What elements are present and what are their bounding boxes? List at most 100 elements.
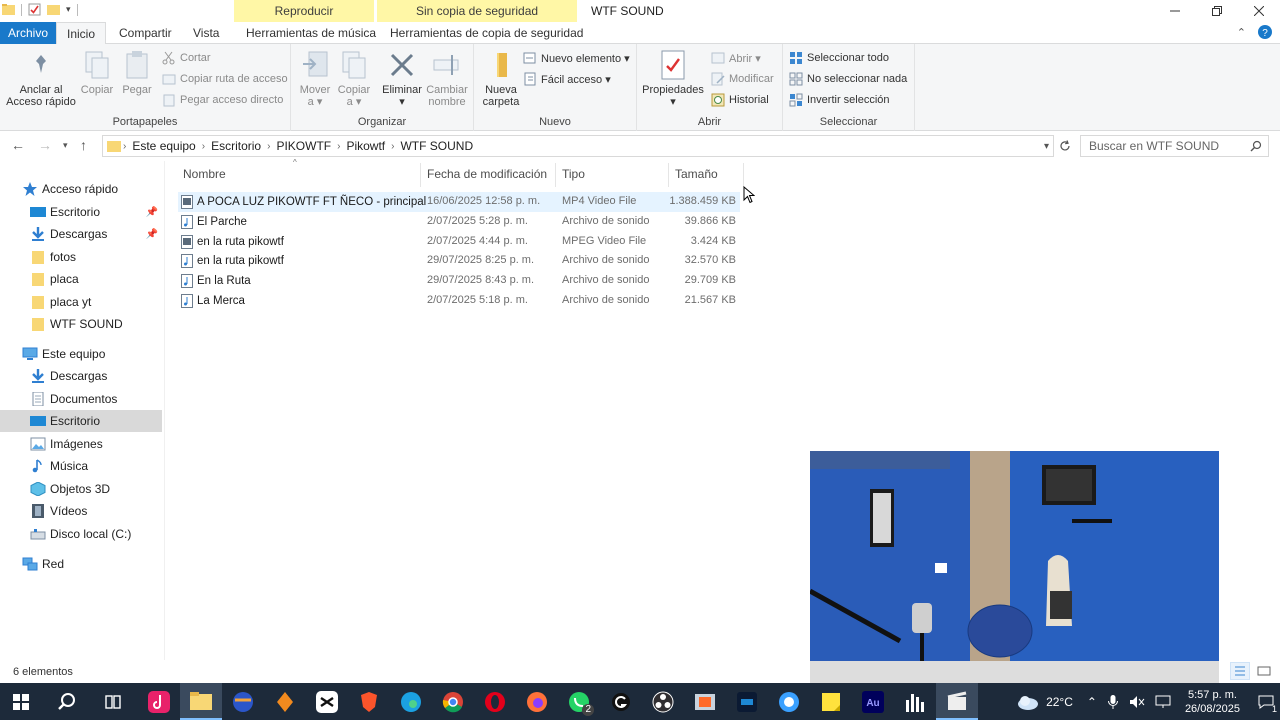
nav-this-pc[interactable]: Este equipo: [22, 343, 184, 365]
taskbar-app-5[interactable]: [306, 683, 348, 720]
chevron-down-icon[interactable]: ▾: [66, 4, 71, 15]
properties-check-icon[interactable]: [28, 3, 41, 16]
invert-selection-button[interactable]: Invertir selección: [789, 93, 890, 107]
nav-item-pc-downloads[interactable]: Descargas: [30, 365, 162, 387]
address-bar[interactable]: › Este equipo › Escritorio › PIKOWTF › P…: [102, 135, 1054, 157]
context-tab-play[interactable]: Reproducir: [234, 0, 374, 22]
nav-item-placa[interactable]: placa: [30, 268, 162, 290]
column-divider[interactable]: [555, 163, 556, 187]
recent-locations-chevron-icon[interactable]: ▾: [63, 140, 68, 151]
large-icons-view-button[interactable]: [1254, 662, 1274, 680]
taskbar-opera[interactable]: [474, 683, 516, 720]
taskbar-tiktok[interactable]: [138, 683, 180, 720]
taskbar-app-14[interactable]: [684, 683, 726, 720]
table-row[interactable]: A POCA LUZ PIKOWTF FT ÑECO - principal 1…: [178, 192, 740, 212]
clock[interactable]: 5:57 p. m. 26/08/2025: [1185, 688, 1240, 716]
task-view-button[interactable]: [92, 683, 134, 720]
nav-quick-access[interactable]: Acceso rápido: [22, 178, 184, 200]
breadcrumb-this-pc[interactable]: Este equipo: [132, 139, 195, 153]
close-button[interactable]: [1238, 0, 1280, 22]
breadcrumb-desktop[interactable]: Escritorio: [211, 139, 261, 153]
edit-button[interactable]: Modificar: [711, 72, 774, 86]
taskbar-obs[interactable]: [642, 683, 684, 720]
pin-icon[interactable]: 📌: [146, 229, 158, 240]
nav-item-3d-objects[interactable]: Objetos 3D: [30, 478, 162, 500]
tab-home[interactable]: Inicio: [56, 22, 107, 44]
minimize-button[interactable]: [1154, 0, 1196, 22]
tab-music-tools[interactable]: Herramientas de música: [236, 22, 386, 44]
taskbar-search-button[interactable]: [46, 683, 88, 720]
properties-button[interactable]: Propiedades ▾: [641, 48, 705, 108]
table-row[interactable]: En la Ruta 29/07/2025 8:43 p. m. Archivo…: [178, 271, 740, 291]
new-folder-button[interactable]: Nueva carpeta: [478, 48, 524, 108]
copy-button[interactable]: Copiar: [78, 48, 116, 96]
microphone-icon[interactable]: [1107, 694, 1119, 710]
column-divider[interactable]: [668, 163, 669, 187]
table-row[interactable]: en la ruta pikowtf 29/07/2025 8:25 p. m.…: [178, 251, 740, 271]
cut-button[interactable]: Cortar: [162, 51, 211, 65]
taskbar-app-15[interactable]: [726, 683, 768, 720]
delete-button[interactable]: Eliminar ▾: [380, 48, 424, 108]
taskbar-clapper[interactable]: [936, 683, 978, 720]
paste-button[interactable]: Pegar: [118, 48, 156, 96]
restore-button[interactable]: [1196, 0, 1238, 22]
nav-item-placa-yt[interactable]: placa yt: [30, 291, 162, 313]
breadcrumb-pikowtf-sub[interactable]: Pikowtf: [346, 139, 385, 153]
context-tab-backup[interactable]: Sin copia de seguridad: [377, 0, 577, 22]
new-item-button[interactable]: Nuevo elemento ▾: [523, 51, 630, 65]
column-header-type[interactable]: Tipo: [562, 167, 585, 181]
select-all-button[interactable]: Seleccionar todo: [789, 51, 889, 65]
new-folder-icon[interactable]: [47, 3, 60, 16]
move-to-button[interactable]: Mover a ▾: [295, 48, 335, 108]
network-monitor-icon[interactable]: [1155, 695, 1171, 709]
taskbar-chrome[interactable]: [432, 683, 474, 720]
taskbar-audition[interactable]: Au: [852, 683, 894, 720]
nav-item-pc-desktop[interactable]: Escritorio: [0, 410, 162, 432]
nav-item-documents[interactable]: Documentos: [30, 388, 162, 410]
address-dropdown-chevron-icon[interactable]: ▾: [1044, 141, 1049, 152]
column-header-date[interactable]: Fecha de modificación: [427, 167, 547, 181]
nav-item-desktop[interactable]: Escritorio 📌: [30, 201, 162, 223]
refresh-button[interactable]: [1054, 135, 1076, 157]
table-row[interactable]: en la ruta pikowtf 2/07/2025 4:44 p. m. …: [178, 232, 740, 252]
nav-item-pictures[interactable]: Imágenes: [30, 433, 162, 455]
taskbar-firefox[interactable]: [516, 683, 558, 720]
tab-view[interactable]: Vista: [183, 22, 229, 44]
up-arrow-icon[interactable]: ↑: [80, 137, 87, 153]
taskbar-sticky-notes[interactable]: [810, 683, 852, 720]
history-button[interactable]: Historial: [711, 93, 769, 107]
back-arrow-icon[interactable]: ←: [11, 137, 25, 153]
nav-item-videos[interactable]: Vídeos: [30, 500, 162, 522]
taskbar-app-3[interactable]: [222, 683, 264, 720]
table-row[interactable]: La Merca 2/07/2025 5:18 p. m. Archivo de…: [178, 291, 740, 311]
cloud-weather-icon[interactable]: [1016, 693, 1040, 711]
taskbar-app-12[interactable]: [600, 683, 642, 720]
nav-item-downloads[interactable]: Descargas 📌: [30, 223, 162, 245]
help-icon[interactable]: ?: [1258, 25, 1272, 39]
tab-file[interactable]: Archivo: [0, 22, 57, 44]
copy-to-button[interactable]: Copiar a ▾: [335, 48, 373, 108]
copy-path-button[interactable]: Copiar ruta de acceso: [162, 72, 288, 86]
pin-quick-access-button[interactable]: Anclar al Acceso rápido: [6, 48, 76, 108]
taskbar-app-4[interactable]: [264, 683, 306, 720]
column-divider[interactable]: [743, 163, 744, 187]
column-divider[interactable]: [420, 163, 421, 187]
start-button[interactable]: [0, 683, 42, 720]
forward-arrow-icon[interactable]: →: [38, 137, 52, 153]
show-hidden-icons-chevron-icon[interactable]: ⌃: [1087, 695, 1097, 709]
folder-icon[interactable]: [2, 3, 15, 16]
collapse-ribbon-icon[interactable]: ⌃: [1237, 26, 1246, 39]
nav-item-wtf-sound[interactable]: WTF SOUND: [30, 313, 162, 335]
temperature-text[interactable]: 22°C: [1046, 695, 1073, 709]
nav-item-music[interactable]: Música: [30, 455, 162, 477]
paste-shortcut-button[interactable]: Pegar acceso directo: [162, 93, 283, 107]
taskbar-file-explorer[interactable]: [180, 683, 222, 720]
open-button[interactable]: Abrir ▾: [711, 51, 761, 65]
tab-backup-tools[interactable]: Herramientas de copia de seguridad: [380, 22, 593, 44]
rename-button[interactable]: Cambiar nombre: [424, 48, 470, 108]
breadcrumb-wtf-sound[interactable]: WTF SOUND: [400, 139, 473, 153]
taskbar-edge[interactable]: [390, 683, 432, 720]
tab-share[interactable]: Compartir: [109, 22, 182, 44]
volume-muted-icon[interactable]: [1129, 695, 1145, 709]
taskbar-whatsapp[interactable]: 2: [558, 683, 600, 720]
